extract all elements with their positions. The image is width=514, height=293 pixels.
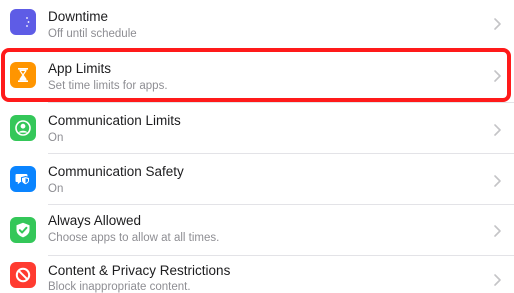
always-allowed-subtitle: Choose apps to allow at all times. [48,232,220,244]
content-privacy-restrictions-subtitle: Block inappropriate content. [48,281,191,293]
app-limits-row[interactable]: App Limits Set time limits for apps. [0,50,514,100]
no-entry-icon [10,262,36,288]
downtime-icon [10,9,36,35]
communication-safety-row[interactable]: Communication Safety On [0,154,514,204]
downtime-subtitle: Off until schedule [48,28,137,40]
always-allowed-title: Always Allowed [48,213,142,228]
chevron-right-icon [494,274,501,286]
app-limits-subtitle: Set time limits for apps. [48,80,168,92]
always-allowed-row[interactable]: Always Allowed Choose apps to allow at a… [0,205,514,255]
communication-limits-row[interactable]: Communication Limits On [0,103,514,153]
hourglass-icon [10,62,36,88]
chat-bubble-icon [10,166,36,192]
communication-safety-subtitle: On [48,183,64,195]
chevron-right-icon [494,225,501,237]
downtime-title: Downtime [48,9,109,24]
app-limits-title: App Limits [48,61,112,76]
content-privacy-restrictions-row[interactable]: Content & Privacy Restrictions Block ina… [0,256,514,293]
communication-limits-title: Communication Limits [48,113,181,128]
chevron-right-icon [494,18,501,30]
communication-limits-subtitle: On [48,132,64,144]
chevron-right-icon [494,175,501,187]
chevron-right-icon [494,70,501,82]
screen-time-settings-list: Downtime Off until schedule App Limits S… [0,0,514,293]
downtime-row[interactable]: Downtime Off until schedule [0,0,514,48]
checkmark-shield-icon [10,217,36,243]
person-circle-icon [10,115,36,141]
content-privacy-restrictions-title: Content & Privacy Restrictions [48,263,231,278]
communication-safety-title: Communication Safety [48,164,184,179]
chevron-right-icon [494,124,501,136]
